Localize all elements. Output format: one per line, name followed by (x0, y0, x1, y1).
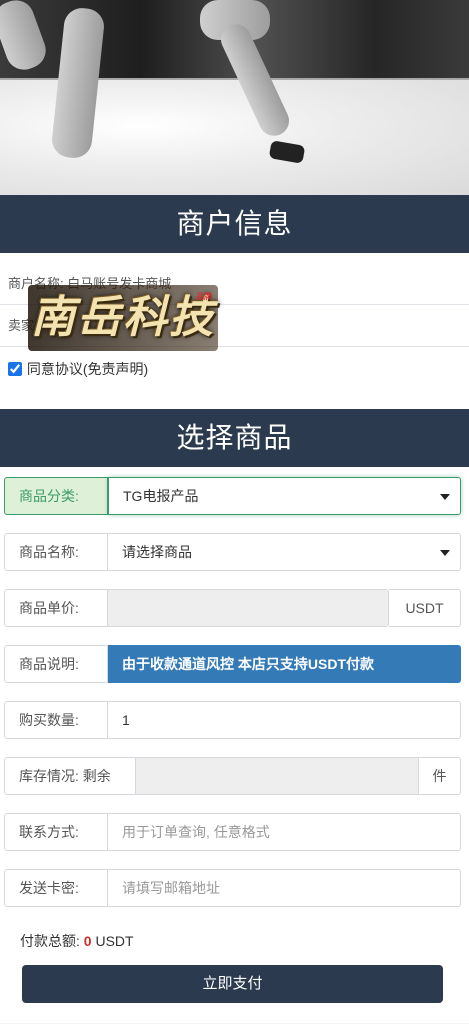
quantity-row: 购买数量: 1 (4, 701, 461, 739)
price-unit: USDT (389, 589, 461, 627)
description-label: 商品说明: (4, 645, 108, 683)
agreement-row: 同意协议(免责声明) (0, 347, 469, 409)
total-label: 付款总额: (20, 933, 80, 949)
pay-now-button[interactable]: 立即支付 (22, 965, 443, 1003)
agreement-label[interactable]: 同意协议(免责声明) (8, 361, 148, 377)
product-value: 请选择商品 (122, 544, 192, 560)
watermark-logo: 南岳科技 品牌 (28, 285, 218, 351)
merchant-info-title: 商户信息 (0, 195, 469, 253)
category-select[interactable]: TG电报产品 (108, 477, 461, 515)
product-select[interactable]: 请选择商品 (108, 533, 461, 571)
email-input[interactable]: 请填写邮箱地址 (108, 869, 461, 907)
logo-text: 南岳科技 (31, 292, 215, 343)
select-goods-title: 选择商品 (0, 409, 469, 467)
category-value: TG电报产品 (123, 488, 199, 504)
agreement-checkbox[interactable] (8, 362, 22, 376)
stock-field (136, 757, 419, 795)
contact-row: 联系方式: 用于订单查询, 任意格式 (4, 813, 461, 851)
contact-label: 联系方式: (4, 813, 108, 851)
price-label: 商品单价: (4, 589, 108, 627)
description-notice: 由于收款通道风控 本店只支持USDT付款 (108, 645, 461, 683)
stock-unit: 件 (419, 757, 461, 795)
total-currency: USDT (95, 933, 134, 949)
category-row: 商品分类: TG电报产品 (4, 477, 461, 515)
order-form: 商品分类: TG电报产品 商品名称: 请选择商品 商品单价: USDT 商品说明… (0, 467, 469, 929)
agreement-text: 同意协议(免责声明) (26, 361, 149, 377)
contact-input[interactable]: 用于订单查询, 任意格式 (108, 813, 461, 851)
hero-banner-image (0, 0, 469, 195)
product-row: 商品名称: 请选择商品 (4, 533, 461, 571)
logo-small-text: 品牌 (196, 291, 212, 301)
card-row: 发送卡密: 请填写邮箱地址 (4, 869, 461, 907)
stock-label: 库存情况: 剩余 (4, 757, 136, 795)
price-row: 商品单价: USDT (4, 589, 461, 627)
price-field (108, 589, 389, 627)
quantity-label: 购买数量: (4, 701, 108, 739)
description-row: 商品说明: 由于收款通道风控 本店只支持USDT付款 (4, 645, 461, 683)
total-amount: 0 (83, 933, 92, 949)
product-label: 商品名称: (4, 533, 108, 571)
chevron-down-icon (440, 494, 450, 500)
card-label: 发送卡密: (4, 869, 108, 907)
stock-row: 库存情况: 剩余 件 (4, 757, 461, 795)
chevron-down-icon (440, 550, 450, 556)
payment-total: 付款总额: 0 USDT (0, 929, 469, 959)
quantity-input[interactable]: 1 (108, 701, 461, 739)
category-label: 商品分类: (4, 477, 108, 515)
pay-area: 立即支付 (0, 959, 469, 1023)
